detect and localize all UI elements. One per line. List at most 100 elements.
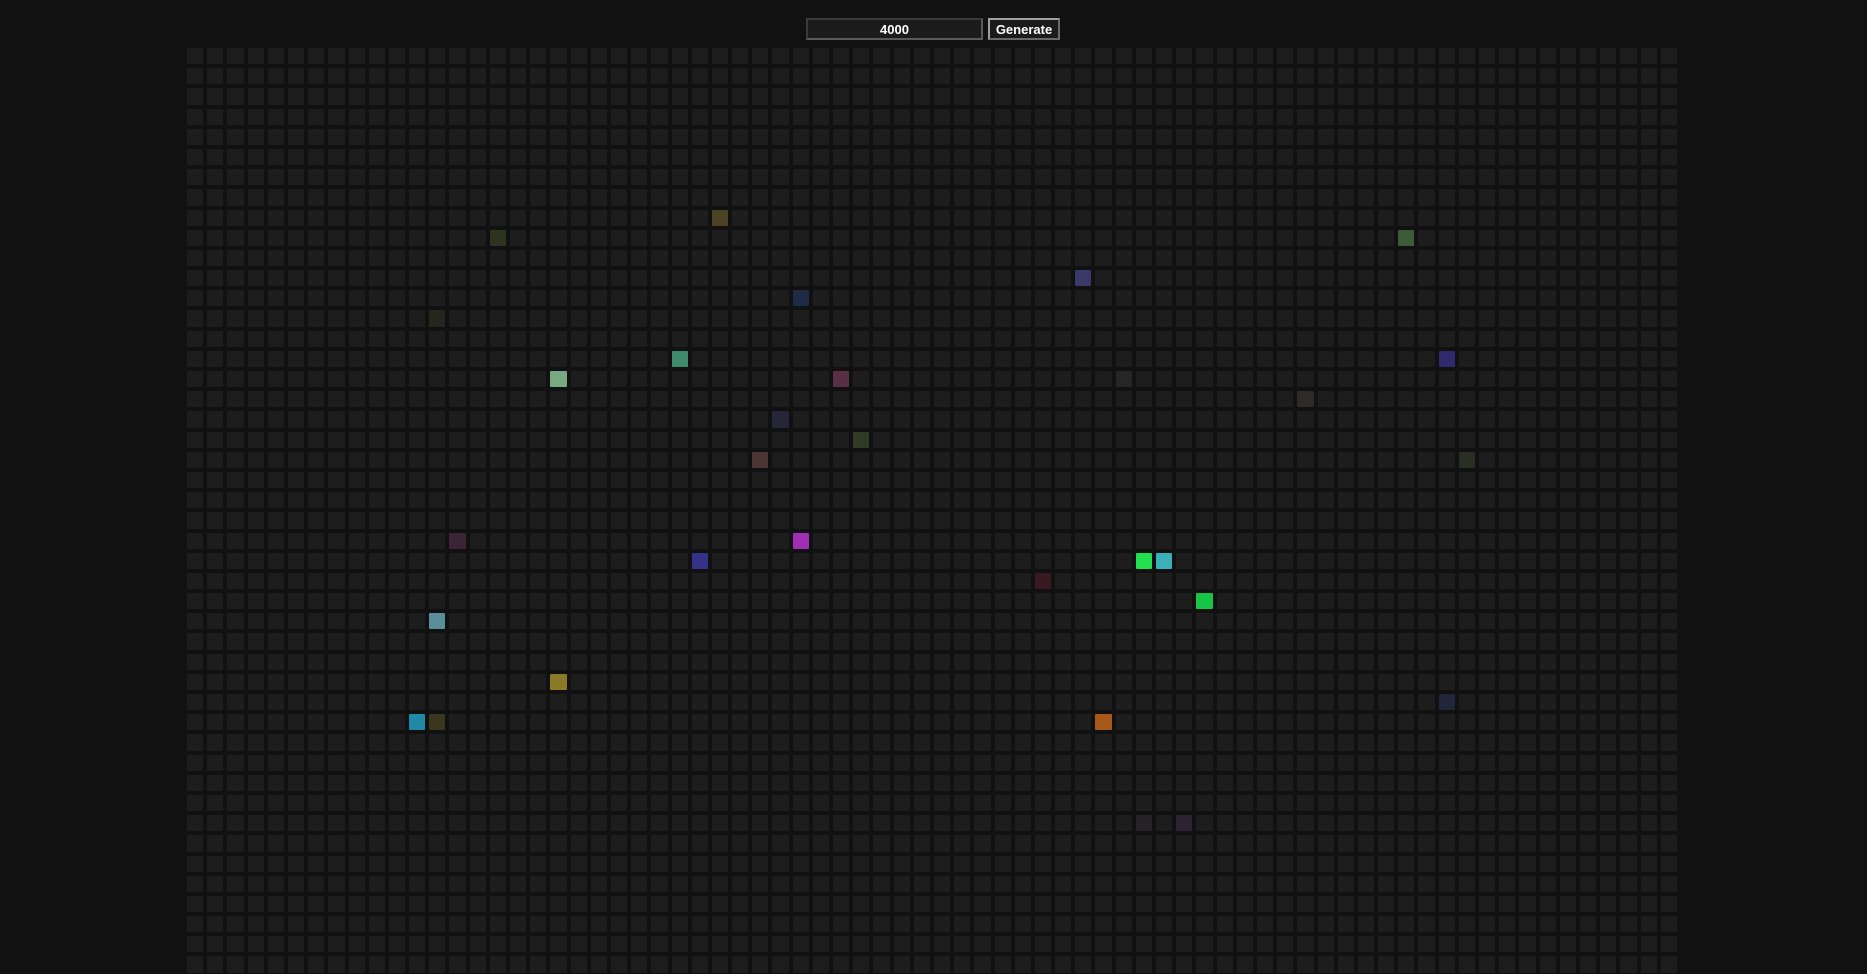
- grid-cell: [348, 936, 365, 953]
- grid-cell: [1559, 754, 1576, 771]
- generate-button[interactable]: Generate: [988, 18, 1060, 40]
- grid-cell: [853, 371, 870, 388]
- grid-cell: [348, 895, 365, 913]
- grid-cell: [1277, 835, 1294, 852]
- grid-cell: [651, 471, 668, 489]
- grid-cell: [671, 895, 688, 913]
- grid-cell: [1014, 714, 1031, 731]
- grid-cell: [1640, 128, 1657, 145]
- grid-cell: [732, 552, 749, 569]
- grid-cell: [833, 209, 850, 226]
- grid-cell: [348, 371, 365, 388]
- count-input[interactable]: [806, 18, 983, 40]
- grid-cell: [388, 774, 406, 791]
- grid-cell: [994, 956, 1011, 973]
- grid-cell: [590, 653, 607, 670]
- grid-cell: [590, 189, 607, 206]
- grid-cell: [1660, 330, 1677, 347]
- grid-cell: [1357, 835, 1375, 852]
- grid-cell: [1660, 875, 1677, 892]
- grid-cell: [893, 68, 910, 85]
- grid-cell: [368, 895, 385, 913]
- grid-cell: [1660, 310, 1677, 327]
- grid-cell: [1479, 512, 1496, 529]
- grid-cell: [1256, 936, 1274, 953]
- grid-cell: [1479, 936, 1496, 953]
- grid-cell: [1216, 936, 1233, 953]
- grid-cell: [893, 229, 910, 246]
- grid-cell: [1055, 552, 1072, 569]
- grid-cell: [610, 956, 628, 973]
- grid-cell: [1055, 88, 1072, 105]
- grid-cell: [590, 249, 607, 267]
- grid-cell: [1337, 249, 1354, 267]
- grid-cell: [1539, 895, 1556, 913]
- grid-cell: [873, 855, 890, 872]
- grid-cell: [308, 512, 325, 529]
- grid-cell: [772, 189, 789, 206]
- grid-cell: [1034, 532, 1052, 549]
- grid-cell: [1398, 492, 1415, 509]
- grid-cell: [1135, 108, 1152, 125]
- grid-cell: [409, 431, 426, 448]
- grid-cell: [691, 88, 708, 105]
- grid-cell: [873, 936, 890, 953]
- grid-cell: [247, 310, 264, 327]
- grid-cell: [1034, 835, 1052, 852]
- grid-cell: [267, 209, 284, 226]
- grid-cell: [207, 411, 224, 428]
- grid-cell: [1216, 249, 1233, 267]
- grid-cell: [792, 754, 809, 771]
- grid-cell: [1115, 815, 1132, 832]
- grid-cell: [651, 411, 668, 428]
- grid-cell: [873, 653, 890, 670]
- grid-cell: [1236, 371, 1253, 388]
- grid-cell: [711, 714, 729, 731]
- grid-cell: [328, 169, 345, 186]
- grid-cell: [711, 108, 729, 125]
- grid-cell: [1438, 169, 1455, 186]
- grid-cell: [247, 714, 264, 731]
- grid-cell: [207, 492, 224, 509]
- grid-cell: [954, 552, 971, 569]
- grid-cell: [1256, 855, 1274, 872]
- grid-cell: [752, 653, 769, 670]
- grid-cell: [772, 572, 789, 590]
- grid-cell: [913, 492, 930, 509]
- grid-cell: [933, 411, 951, 428]
- grid-cell: [469, 794, 486, 812]
- grid-cell: [469, 350, 486, 367]
- grid-cell: [812, 895, 829, 913]
- grid-cell: [893, 653, 910, 670]
- grid-cell: [1378, 431, 1395, 448]
- grid-cell: [227, 249, 244, 267]
- grid-cell: [1579, 371, 1597, 388]
- grid-cell: [1600, 492, 1617, 509]
- grid-cell: [1559, 653, 1576, 670]
- grid-cell: [1317, 209, 1334, 226]
- grid-cell: [1499, 310, 1516, 327]
- grid-cell: [1317, 835, 1334, 852]
- grid-cell: [1055, 391, 1072, 408]
- grid-cell: [954, 916, 971, 933]
- grid-cell: [348, 956, 365, 973]
- grid-cell: [550, 209, 567, 226]
- grid-cell: [1055, 330, 1072, 347]
- grid-cell: [732, 774, 749, 791]
- grid-cell: [752, 229, 769, 246]
- grid-cell: [388, 371, 406, 388]
- grid-cell: [187, 835, 204, 852]
- grid-cell: [510, 169, 527, 186]
- grid-cell: [651, 48, 668, 65]
- grid-cell: [1297, 552, 1314, 569]
- grid-cell: [772, 593, 789, 610]
- lit-cell: [1135, 815, 1152, 832]
- grid-cell: [954, 855, 971, 872]
- grid-cell: [1539, 754, 1556, 771]
- grid-cell: [1620, 936, 1637, 953]
- grid-cell: [388, 653, 406, 670]
- grid-cell: [429, 350, 446, 367]
- grid-cell: [1660, 128, 1677, 145]
- grid-cell: [550, 633, 567, 650]
- grid-cell: [792, 875, 809, 892]
